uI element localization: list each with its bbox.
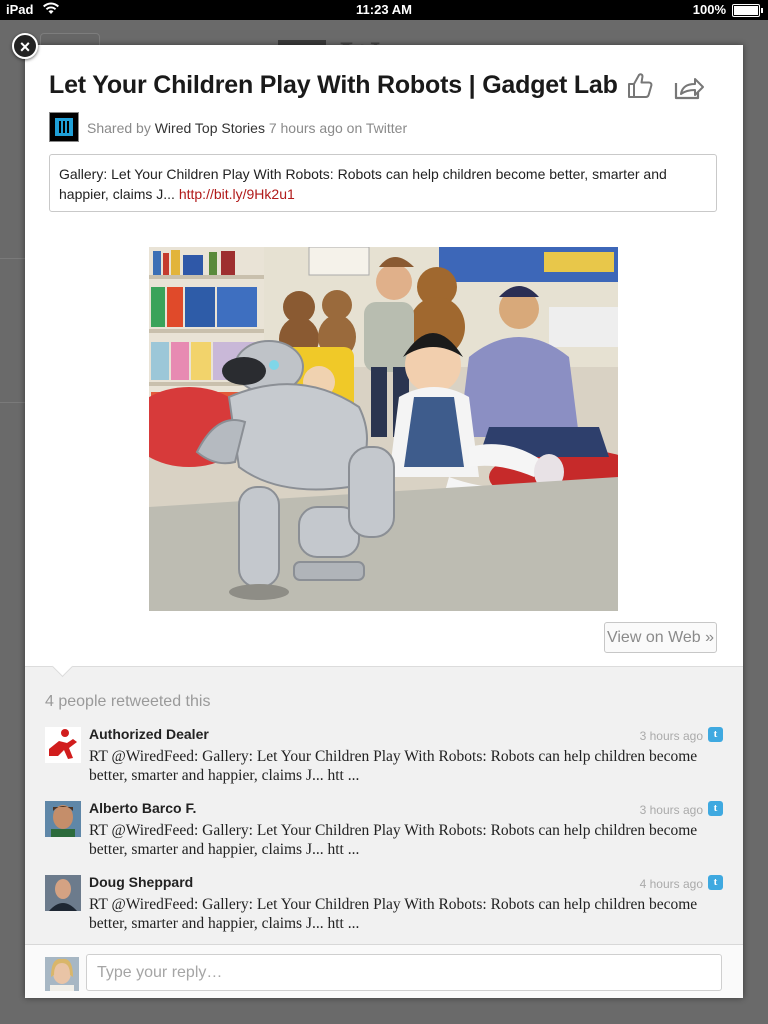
shared-by-suffix: 7 hours ago on Twitter (268, 120, 408, 136)
close-button[interactable]: × (12, 33, 38, 59)
retweeter-name[interactable]: Doug Sheppard (89, 874, 193, 890)
retweet-count: 4 people retweeted this (45, 693, 211, 710)
background-divider (0, 402, 25, 403)
list-item[interactable]: Alberto Barco F. 3 hours ago t RT @Wired… (45, 800, 725, 871)
avatar[interactable] (45, 727, 81, 763)
clock: 11:23 AM (356, 2, 412, 17)
reply-input[interactable] (86, 954, 722, 991)
battery-percent: 100% (692, 2, 726, 17)
article-photo[interactable] (149, 247, 618, 611)
story-card: Let Your Children Play With Robots | Gad… (25, 45, 743, 998)
share-arrow-icon[interactable] (673, 73, 705, 101)
retweet-text: RT @WiredFeed: Gallery: Let Your Childre… (89, 822, 698, 858)
thumbs-up-icon[interactable] (625, 71, 655, 101)
retweet-time: 3 hours ago (639, 803, 703, 817)
twitter-icon: t (708, 875, 723, 890)
retweeter-name[interactable]: Authorized Dealer (89, 726, 209, 742)
retweets-section: 4 people retweeted this Authorized Deale… (25, 655, 743, 945)
twitter-icon: t (708, 727, 723, 742)
retweet-time: 3 hours ago (639, 729, 703, 743)
retweeter-name[interactable]: Alberto Barco F. (89, 800, 196, 816)
wired-logo (49, 112, 79, 142)
source-row: Shared by Wired Top Stories 7 hours ago … (49, 112, 709, 144)
reply-bar (25, 944, 743, 998)
list-item[interactable]: Doug Sheppard 4 hours ago t RT @WiredFee… (45, 874, 725, 945)
avatar[interactable] (45, 875, 81, 911)
status-bar: iPad 11:23 AM 100% (0, 0, 768, 20)
view-on-web-button[interactable]: View on Web » (604, 622, 717, 653)
avatar[interactable] (45, 801, 81, 837)
close-icon: × (19, 37, 31, 57)
twitter-icon: t (708, 801, 723, 816)
retweet-time: 4 hours ago (639, 877, 703, 891)
story-title: Let Your Children Play With Robots | Gad… (49, 71, 618, 99)
shared-by-prefix: Shared by (87, 120, 151, 136)
avatar (45, 957, 79, 991)
section-pointer (51, 655, 74, 678)
tweet-box: Gallery: Let Your Children Play With Rob… (49, 154, 717, 212)
retweet-text: RT @WiredFeed: Gallery: Let Your Childre… (89, 748, 698, 784)
retweet-text: RT @WiredFeed: Gallery: Let Your Childre… (89, 896, 698, 932)
tweet-text: Gallery: Let Your Children Play With Rob… (59, 166, 667, 202)
shared-by-line: Shared by Wired Top Stories 7 hours ago … (87, 120, 407, 136)
tweet-link[interactable]: http://bit.ly/9Hk2u1 (179, 186, 295, 202)
background-divider (0, 258, 25, 259)
list-item[interactable]: Authorized Dealer 3 hours ago t RT @Wire… (45, 726, 725, 797)
shared-by-name[interactable]: Wired Top Stories (155, 120, 265, 136)
battery-icon (732, 4, 763, 17)
